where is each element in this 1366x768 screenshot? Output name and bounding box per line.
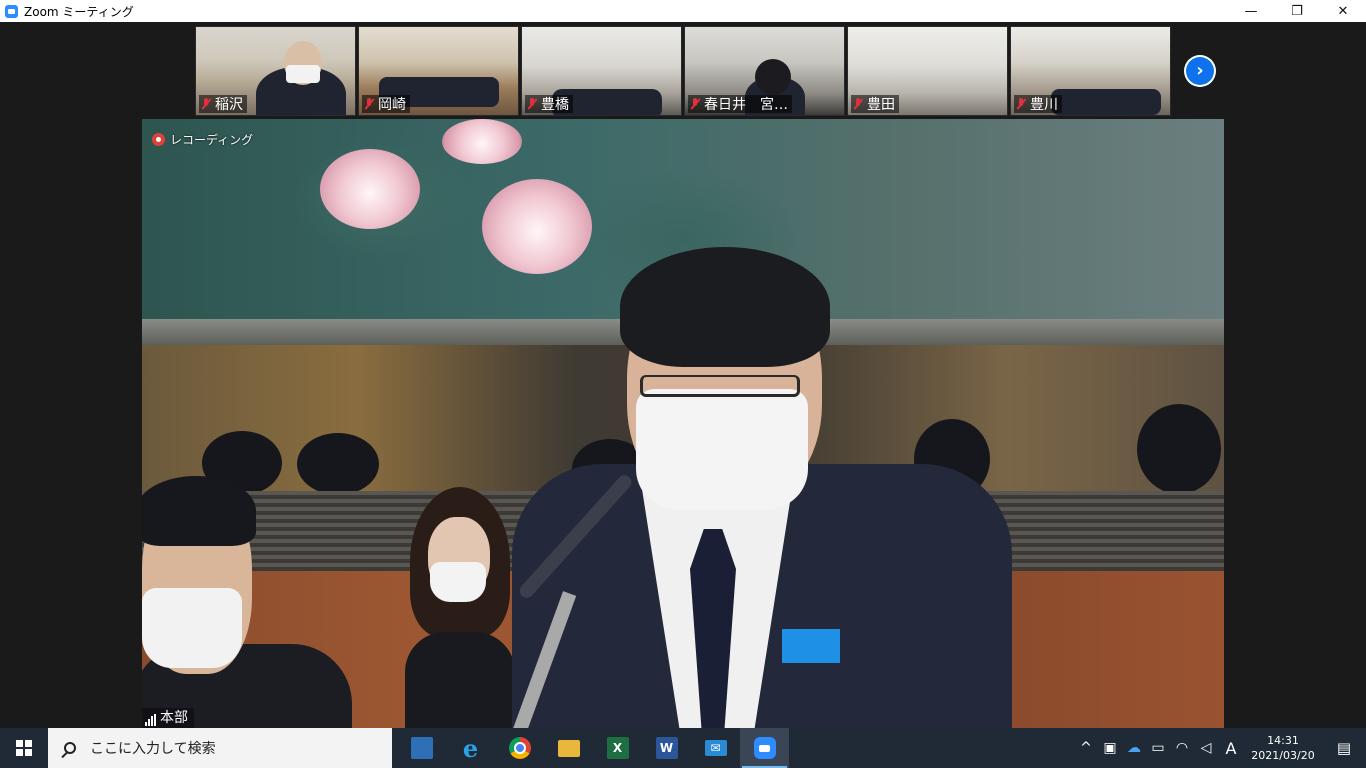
speaker-mask — [636, 389, 808, 509]
participant-label: 豊川 — [1014, 95, 1062, 113]
man-hair — [142, 476, 256, 546]
mic-muted-icon — [853, 98, 863, 110]
recording-indicator: レコーディング — [152, 131, 253, 148]
painting-flower — [320, 149, 420, 229]
clock[interactable]: 14:31 2021/03/20 — [1244, 733, 1322, 763]
show-hidden-icons-button[interactable]: ^ — [1074, 740, 1098, 756]
mic-muted-icon — [1016, 98, 1026, 110]
mic-muted-icon — [527, 98, 537, 110]
face-mask — [286, 65, 320, 83]
participant-figure — [1051, 89, 1161, 115]
participant-tile[interactable]: 春日井 宮… — [684, 26, 845, 116]
active-speaker-video: レコーディング 本部 — [142, 119, 1224, 728]
search-placeholder: ここに入力して検索 — [90, 741, 216, 757]
participant-name: 岡崎 — [378, 97, 406, 113]
woman-mask — [430, 562, 486, 602]
participant-label: 豊田 — [851, 95, 899, 113]
painting-flower — [442, 119, 522, 164]
mic-muted-icon — [364, 98, 374, 110]
title-bar: Zoom ミーティング — ❐ ✕ — [0, 0, 1366, 22]
participant-name: 豊川 — [1030, 97, 1058, 113]
seated-man — [142, 476, 352, 728]
windows-taskbar: ここに入力して検索 e X W ✉ ^ ▣ ☁ ▭ ◠ ◁ A 14:31 20… — [0, 728, 1366, 768]
participant-name: 春日井 宮… — [704, 97, 788, 113]
news-icon — [410, 737, 433, 759]
chevron-right-icon: › — [1186, 57, 1214, 85]
next-page-button[interactable]: › — [1184, 55, 1216, 87]
taskbar-app-internet-explorer[interactable]: e — [446, 728, 495, 768]
windows-logo-icon — [16, 740, 32, 756]
window-controls: — ❐ ✕ — [1228, 0, 1366, 22]
speaker-name: 本部 — [160, 710, 188, 726]
name-badge — [782, 629, 840, 663]
taskbar-search-box[interactable]: ここに入力して検索 — [48, 728, 392, 768]
participant-tile[interactable]: 豊川 — [1010, 26, 1171, 116]
man-mask — [142, 588, 242, 668]
volume-icon[interactable]: ◁ — [1194, 740, 1218, 756]
speaker-glasses — [640, 375, 800, 397]
chrome-icon — [508, 737, 531, 759]
restore-button[interactable]: ❐ — [1274, 0, 1320, 22]
wifi-icon[interactable]: ◠ — [1170, 740, 1194, 756]
start-button[interactable] — [0, 728, 48, 768]
speaker-label: 本部 — [142, 708, 194, 728]
participant-label: 岡崎 — [362, 95, 410, 113]
speaker-hair — [620, 247, 830, 367]
taskbar-app-chrome[interactable] — [495, 728, 544, 768]
woman-body — [405, 632, 515, 728]
participant-tile[interactable]: 稲沢 — [195, 26, 356, 116]
recording-icon — [152, 133, 165, 146]
participant-tile[interactable]: 豊田 — [847, 26, 1008, 116]
taskbar-app-file-explorer[interactable] — [544, 728, 593, 768]
mic-muted-icon — [690, 98, 700, 110]
mic-muted-icon — [201, 98, 211, 110]
audience-head — [1137, 404, 1221, 494]
meet-now-icon[interactable]: ▣ — [1098, 740, 1122, 756]
participant-name: 豊橋 — [541, 97, 569, 113]
signal-strength-icon — [145, 714, 156, 726]
participant-label: 豊橋 — [525, 95, 573, 113]
taskbar-app-zoom[interactable] — [740, 728, 789, 768]
battery-icon[interactable]: ▭ — [1146, 740, 1170, 756]
taskbar-app-news[interactable] — [397, 728, 446, 768]
ime-mode-indicator[interactable]: A — [1218, 739, 1244, 758]
recording-label: レコーディング — [170, 133, 254, 147]
close-button[interactable]: ✕ — [1320, 0, 1366, 22]
taskbar-app-excel[interactable]: X — [593, 728, 642, 768]
clock-time: 14:31 — [1267, 734, 1299, 747]
participant-label: 春日井 宮… — [688, 95, 792, 113]
excel-icon: X — [606, 737, 629, 759]
onedrive-icon[interactable]: ☁ — [1122, 740, 1146, 756]
participant-strip: 稲沢 岡崎 豊橋 春日井 宮… 豊田 豊川 — [195, 26, 1171, 116]
zoom-app-icon — [5, 4, 18, 18]
seated-woman — [405, 487, 520, 728]
clock-date: 2021/03/20 — [1251, 749, 1315, 762]
pinned-apps: e X W ✉ — [397, 728, 789, 768]
painting-flower — [482, 179, 592, 274]
participant-name: 稲沢 — [215, 97, 243, 113]
participant-tile[interactable]: 岡崎 — [358, 26, 519, 116]
participant-tile[interactable]: 豊橋 — [521, 26, 682, 116]
word-icon: W — [655, 737, 678, 759]
folder-icon — [557, 739, 580, 757]
search-icon — [64, 742, 76, 754]
notification-center-icon[interactable]: ▤ — [1322, 728, 1366, 768]
participant-face — [755, 59, 791, 95]
taskbar-app-word[interactable]: W — [642, 728, 691, 768]
mail-icon: ✉ — [704, 740, 727, 756]
participant-label: 稲沢 — [199, 95, 247, 113]
minimize-button[interactable]: — — [1228, 0, 1274, 22]
taskbar-app-mail[interactable]: ✉ — [691, 728, 740, 768]
window-title: Zoom ミーティング — [24, 4, 134, 19]
participant-name: 豊田 — [867, 97, 895, 113]
zoom-icon — [753, 737, 776, 759]
system-tray: ^ ▣ ☁ ▭ ◠ ◁ A 14:31 2021/03/20 ▤ — [1074, 728, 1366, 768]
internet-explorer-icon: e — [462, 733, 479, 763]
